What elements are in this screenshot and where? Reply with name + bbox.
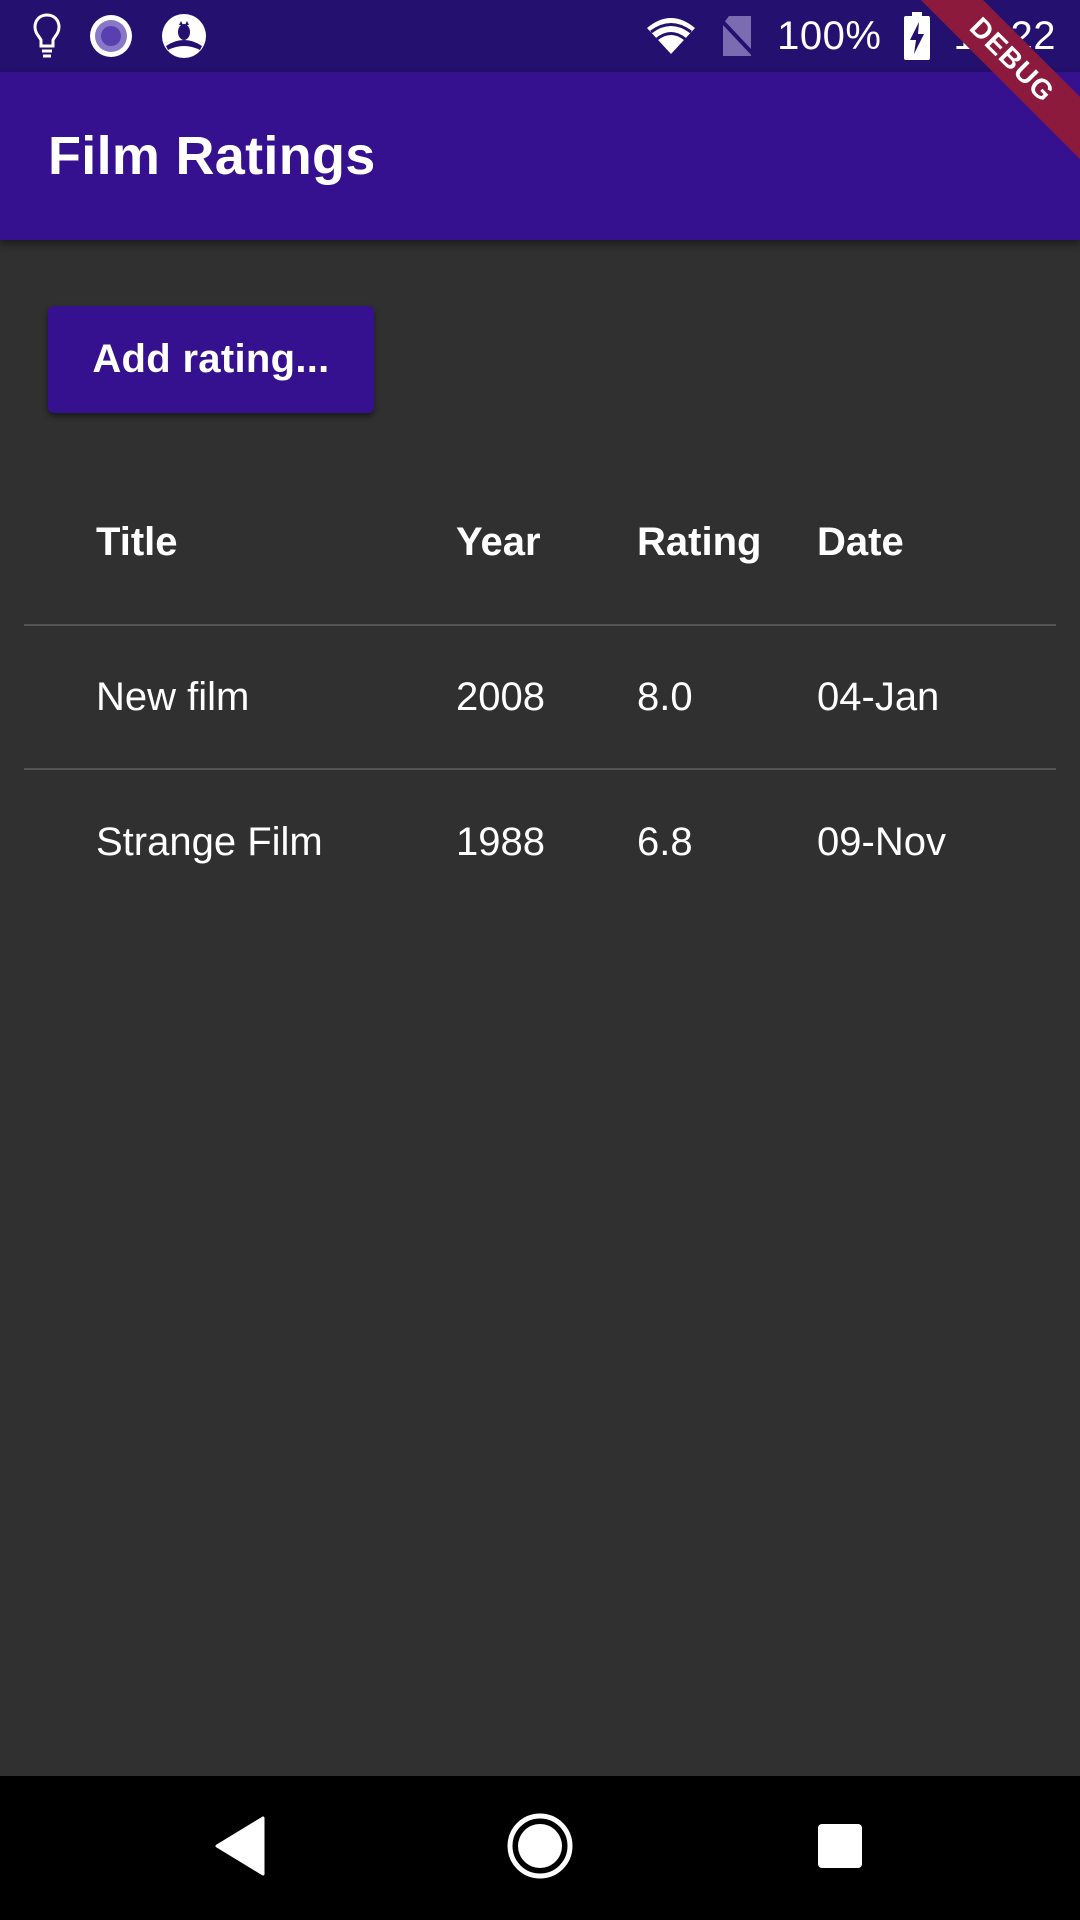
film-rating-cell: 8.0 [637, 674, 693, 719]
wifi-icon [645, 16, 697, 56]
status-left-icons [32, 12, 208, 60]
radio-circle-icon [88, 13, 134, 59]
film-date-cell: 09-Nov [817, 819, 946, 864]
status-bar: 100% 17:22 [0, 0, 1080, 72]
back-icon [213, 1816, 267, 1881]
battery-percent: 100% [777, 13, 882, 58]
film-title-cell: New film [96, 674, 250, 719]
home-button[interactable] [480, 1776, 600, 1920]
battery-charging-icon [903, 12, 931, 60]
table-row[interactable]: Strange Film 1988 6.8 09-Nov [24, 770, 1056, 914]
page-title: Film Ratings [48, 126, 376, 186]
column-header-title[interactable]: Title [96, 460, 178, 624]
film-rating-cell: 6.8 [637, 819, 693, 864]
home-icon [506, 1812, 574, 1885]
owl-icon [160, 12, 208, 60]
film-title-cell: Strange Film [96, 819, 323, 864]
film-year-cell: 1988 [456, 819, 545, 864]
film-year-cell: 2008 [456, 674, 545, 719]
column-header-rating[interactable]: Rating [637, 460, 761, 624]
status-right-icons: 100% 17:22 [645, 12, 1056, 60]
add-rating-button[interactable]: Add rating... [48, 306, 374, 413]
table-header-row: Title Year Rating Date [24, 460, 1056, 626]
film-date-cell: 04-Jan [817, 674, 940, 719]
no-sim-icon [719, 14, 755, 58]
status-time: 17:22 [953, 13, 1056, 58]
ratings-table: Title Year Rating Date New film 2008 8.0… [24, 460, 1056, 914]
app-bar: Film Ratings [0, 72, 1080, 240]
table-row[interactable]: New film 2008 8.0 04-Jan [24, 626, 1056, 770]
lightbulb-icon [32, 12, 62, 60]
back-button[interactable] [180, 1776, 300, 1920]
recents-button[interactable] [780, 1776, 900, 1920]
recents-icon [816, 1822, 864, 1875]
navigation-bar [0, 1776, 1080, 1920]
column-header-year[interactable]: Year [456, 460, 541, 624]
column-header-date[interactable]: Date [817, 460, 904, 624]
